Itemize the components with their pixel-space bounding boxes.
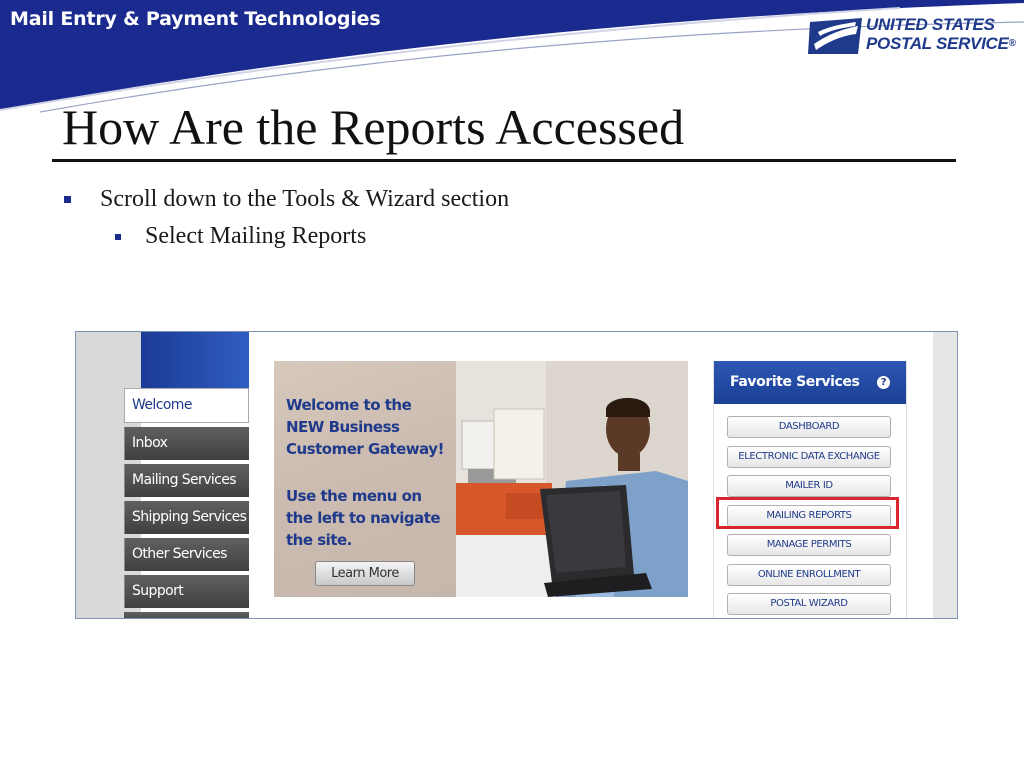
fav-mailer-id-button[interactable]: MAILER ID (727, 475, 891, 497)
usps-line1: UNITED STATES (866, 15, 995, 34)
mailing-reports-highlight-box (716, 497, 899, 529)
fav-dashboard-button[interactable]: DASHBOARD (727, 416, 891, 438)
banner-welcome-heading: Welcome to the NEW Business Customer Gat… (286, 396, 444, 458)
learn-more-button[interactable]: Learn More (315, 561, 415, 586)
help-icon[interactable]: ? (877, 376, 890, 389)
nav-support[interactable]: Support (124, 575, 249, 608)
banner-instructions: Use the menu on the left to navigate the… (286, 487, 441, 549)
nav-inbox[interactable]: Inbox (124, 427, 249, 460)
usps-wordmark: UNITED STATES POSTAL SERVICE® (866, 15, 1016, 53)
bullet-select-reports: Select Mailing Reports (145, 223, 367, 249)
nav-welcome[interactable]: Welcome (124, 388, 249, 423)
nav-shipping-services[interactable]: Shipping Services (124, 501, 249, 534)
nav-mailing-services[interactable]: Mailing Services (124, 464, 249, 497)
usps-line2-text: POSTAL SERVICE (866, 34, 1009, 53)
favorite-services-title: Favorite Services (730, 374, 860, 390)
fav-postal-wizard-button[interactable]: POSTAL WIZARD (727, 593, 891, 615)
title-divider (52, 159, 956, 162)
bullet-scroll-down: Scroll down to the Tools & Wizard sectio… (100, 186, 510, 212)
slide-title: How Are the Reports Accessed (62, 99, 685, 155)
favorite-services-panel: Favorite Services ? DASHBOARD ELECTRONIC… (713, 361, 907, 618)
gateway-screenshot: Welcome Inbox Mailing Services Shipping … (75, 331, 958, 619)
fav-electronic-data-exchange-button[interactable]: ELECTRONIC DATA EXCHANGE (727, 446, 891, 468)
man-with-laptop-photo (456, 361, 688, 597)
nav-cut-off-item (124, 612, 249, 618)
bullet-marker-2 (115, 234, 121, 240)
fav-manage-permits-button[interactable]: MANAGE PERMITS (727, 534, 891, 556)
gateway-nav-menu: Welcome Inbox Mailing Services Shipping … (124, 388, 249, 618)
welcome-banner: Welcome to the NEW Business Customer Gat… (274, 361, 688, 597)
org-title: Mail Entry & Payment Technologies (10, 8, 381, 30)
usps-line2: POSTAL SERVICE® (866, 34, 1016, 53)
screenshot-blue-header (141, 332, 249, 390)
favorite-services-header: Favorite Services ? (714, 361, 906, 404)
nav-other-services[interactable]: Other Services (124, 538, 249, 571)
bullet-marker-1 (64, 196, 71, 203)
registered-mark: ® (1008, 38, 1016, 49)
screenshot-right-margin (933, 332, 957, 618)
fav-online-enrollment-button[interactable]: ONLINE ENROLLMENT (727, 564, 891, 586)
